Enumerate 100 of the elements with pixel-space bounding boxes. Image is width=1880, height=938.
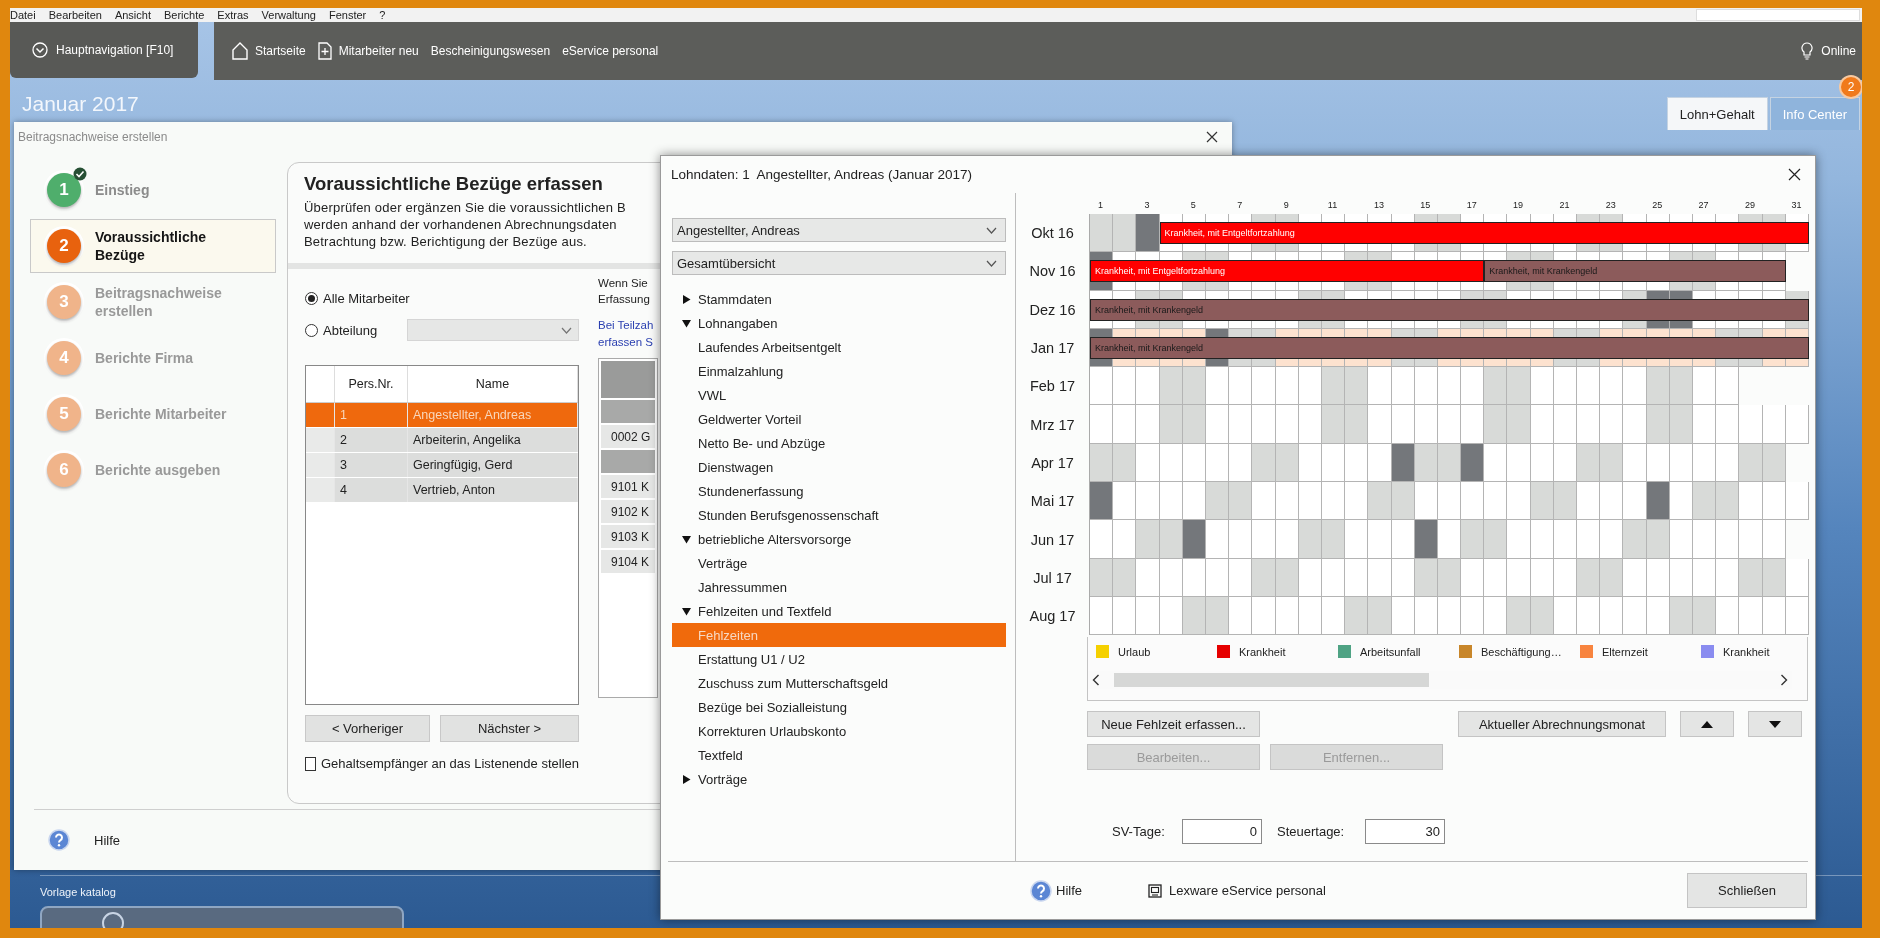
month-label: Jan 17	[1029, 339, 1076, 359]
chevron-down-icon	[986, 259, 997, 267]
month-label: Okt 16	[1030, 224, 1075, 244]
nav-button[interactable]: < Vorheriger	[305, 715, 430, 742]
period-title: Januar 2017	[22, 92, 139, 116]
tree-item[interactable]: Korrekturen Urlaubskonto	[672, 719, 1006, 743]
menu-item[interactable]: Verwaltung	[261, 9, 316, 21]
menu-item[interactable]: Berichte	[164, 9, 205, 21]
table-row	[601, 450, 655, 473]
month-label: Jul 17	[1032, 568, 1073, 588]
employee-dropdown[interactable]: Angestellter, Andreas	[672, 218, 1006, 242]
absence-bar: Krankheit, mit Entgeltfortzahlung	[1090, 260, 1485, 283]
action-button[interactable]: Neue Fehlzeit erfassen...	[1087, 711, 1260, 738]
info-link[interactable]: erfassen S	[598, 334, 653, 351]
tree-item[interactable]: VWL	[672, 383, 1006, 407]
tree-item[interactable]: Erstattung U1 / U2	[672, 647, 1006, 671]
table-cell: 9103 K	[611, 529, 650, 544]
nav-link[interactable]: Bescheinigungswesen	[426, 44, 555, 58]
help-icon	[48, 829, 70, 851]
action-button[interactable]: Aktueller Abrechnungsmonat	[1458, 711, 1666, 738]
table-row[interactable]: 3 Geringfügig, Gerd	[306, 452, 578, 478]
page-heading: Voraussichtliche Bezüge erfassen	[304, 173, 603, 195]
table-row[interactable]: 2 Arbeiterin, Angelika	[306, 427, 578, 453]
tree-item[interactable]: Bezüge bei Sozialleistung	[672, 695, 1006, 719]
view-dropdown[interactable]: Gesamtübersicht	[672, 251, 1006, 275]
table-cell: 9101 K	[611, 479, 650, 494]
help-button[interactable]: Hilfe	[1030, 879, 1082, 902]
step-number: 5	[47, 397, 81, 431]
tree-item[interactable]: betriebliche Altersvorsorge	[672, 527, 1006, 551]
nav-link[interactable]: eService personal	[558, 44, 663, 58]
info-link[interactable]: Bei Teilzah	[598, 317, 654, 334]
tree-item[interactable]: Vorträge	[672, 767, 1006, 791]
triangle-down-icon	[1769, 720, 1781, 728]
table-cell: Arbeiterin, Angelika	[407, 427, 578, 453]
nav-link[interactable]: Startseite	[228, 42, 310, 60]
month-label: Mrz 17	[1029, 415, 1076, 435]
tree-item[interactable]: Netto Be- und Abzüge	[672, 431, 1006, 455]
day-number: 31	[1790, 199, 1803, 210]
close-icon	[1788, 168, 1801, 181]
nav-link[interactable]: Mitarbeiter neu	[313, 42, 423, 60]
chevron-down-icon	[986, 226, 997, 234]
month-label: Apr 17	[1030, 453, 1075, 473]
dialog-title: Lohndaten: 1 Angestellter, Andreas (Januar 2017)	[671, 167, 972, 182]
chevron-right-icon	[1780, 674, 1788, 687]
table-row	[601, 361, 655, 398]
main-navigation-button[interactable]: Hauptnavigation [F10]	[10, 22, 198, 78]
house-icon	[232, 42, 248, 60]
tree-item[interactable]: Textfeld	[672, 743, 1006, 767]
service-link[interactable]: Lexware eService personal	[1148, 883, 1326, 898]
tree-item[interactable]: Geldwerter Vorteil	[672, 407, 1006, 431]
month-label: Nov 16	[1028, 262, 1077, 282]
tab[interactable]: Lohn+Gehalt	[1666, 97, 1768, 130]
day-number: 13	[1372, 199, 1385, 210]
month-down-button[interactable]	[1748, 711, 1802, 738]
day-number: 15	[1419, 199, 1432, 210]
hint-text: Erfassung	[598, 292, 650, 307]
search-field[interactable]	[1696, 9, 1860, 21]
tree-item[interactable]: Stundenerfassung	[672, 479, 1006, 503]
step-label: Berichte Mitarbeiter	[95, 405, 227, 423]
radio-option[interactable]: Abteilung	[305, 319, 378, 341]
chevron-down-icon	[561, 326, 572, 334]
tree-item[interactable]: Zuschuss zum Mutterschaftsgeld	[672, 671, 1006, 695]
tree-item[interactable]: Verträge	[672, 551, 1006, 575]
scrollbar-thumb[interactable]	[1114, 673, 1429, 688]
tree-item[interactable]: Stunden Berufsgenossenschaft	[672, 503, 1006, 527]
day-number: 9	[1282, 199, 1290, 210]
radio-option[interactable]: Alle Mitarbeiter	[305, 287, 579, 309]
nav-button[interactable]: Nächster >	[440, 715, 579, 742]
checkbox-option[interactable]: Gehaltsempfänger an das Listenende stellen	[305, 756, 579, 771]
day-number: 21	[1558, 199, 1571, 210]
help-button[interactable]: Hilfe	[48, 829, 120, 851]
month-up-button[interactable]	[1680, 711, 1734, 738]
tree-item[interactable]: Jahressummen	[672, 575, 1006, 599]
field-label: Steuertage:	[1277, 824, 1346, 840]
tree-item[interactable]: Einmalzahlung	[672, 359, 1006, 383]
tree-item[interactable]: Fehlzeiten und Textfeld	[672, 599, 1006, 623]
absence-bar: Krankheit, mit Krankengeld	[1484, 260, 1786, 283]
menu-item[interactable]: Ansicht	[114, 9, 151, 21]
month-label: Feb 17	[1028, 377, 1077, 397]
table-cell: Vertrieb, Anton	[407, 477, 578, 503]
legend-label: Krankheit	[1723, 645, 1770, 658]
tree-item[interactable]: Dienstwagen	[672, 455, 1006, 479]
table-cell: 9102 K	[611, 504, 650, 519]
menu-item[interactable]: Extras	[217, 9, 249, 21]
section-label: Vorlage katalog	[40, 886, 116, 900]
tree-item[interactable]: Laufendes Arbeitsentgelt	[672, 335, 1006, 359]
menu-item[interactable]: Bearbeiten	[48, 9, 102, 21]
legend-label: Urlaub	[1118, 645, 1151, 658]
menu-item[interactable]: Datei	[10, 9, 36, 21]
menu-item[interactable]: ?	[379, 9, 386, 21]
tree-item[interactable]: Stammdaten	[672, 287, 1006, 311]
menu-item[interactable]: Fenster	[328, 9, 367, 21]
tree-item[interactable]: Lohnangaben	[672, 311, 1006, 335]
day-count-field[interactable]: 30	[1365, 819, 1445, 845]
table-row[interactable]: 4 Vertrieb, Anton	[306, 477, 578, 503]
legend-label: Elternzeit	[1602, 645, 1648, 658]
day-count-field[interactable]: 0	[1182, 819, 1262, 845]
absence-bar: Krankheit, mit Krankengeld	[1090, 298, 1809, 321]
close-button[interactable]: Schließen	[1687, 873, 1807, 908]
wizard-step[interactable]: 2 Voraussichtliche Bezüge	[30, 219, 276, 273]
